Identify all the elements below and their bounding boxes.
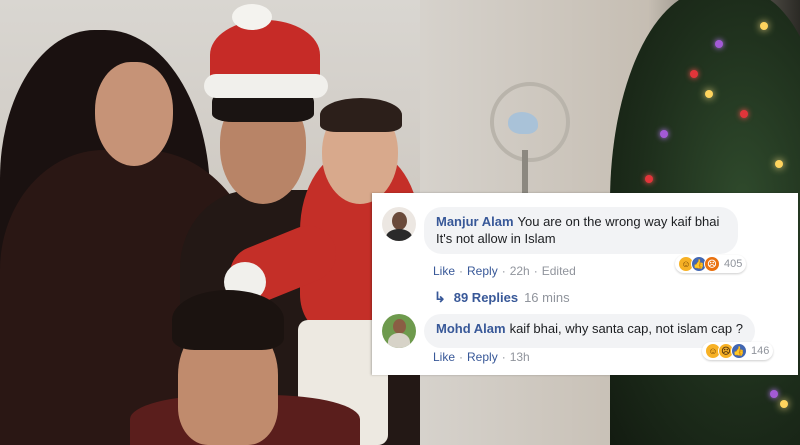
avatar-body: [386, 229, 412, 241]
edited-label[interactable]: Edited: [542, 264, 576, 278]
comment: Mohd Alam kaif bhai, why santa cap, not i…: [382, 314, 755, 348]
like-link[interactable]: Like: [433, 350, 455, 364]
tree-light: [645, 175, 653, 183]
avatar-head: [393, 319, 406, 334]
replies-count[interactable]: 89 Replies: [454, 290, 518, 305]
reply-link[interactable]: Reply: [467, 350, 498, 364]
tree-light: [660, 130, 668, 138]
boy-hair: [172, 290, 284, 350]
replies-time: 16 mins: [524, 290, 570, 305]
santa-hat-pom: [232, 4, 272, 30]
like-link[interactable]: Like: [433, 264, 455, 278]
view-replies-link[interactable]: ↳ 89 Replies 16 mins: [434, 289, 570, 306]
tree-light: [715, 40, 723, 48]
comments-panel: Manjur Alam You are on the wrong way kaif…: [372, 193, 798, 375]
tree-light: [705, 90, 713, 98]
comment-bubble: Manjur Alam You are on the wrong way kaif…: [424, 207, 738, 254]
comment-actions: Like · Reply · 13h: [433, 350, 530, 364]
tree-light: [780, 400, 788, 408]
comment-actions: Like · Reply · 22h · Edited: [433, 264, 576, 278]
bird-ornament: [508, 112, 538, 134]
comment-time[interactable]: 22h: [510, 264, 530, 278]
reaction-count: 405: [724, 258, 743, 270]
comment: Manjur Alam You are on the wrong way kaif…: [382, 207, 738, 254]
reactions-summary[interactable]: ☺ ☹ 👍 146: [702, 342, 774, 360]
tree-light: [760, 22, 768, 30]
tree-light: [690, 70, 698, 78]
reaction-count: 146: [751, 345, 770, 357]
tree-light: [775, 160, 783, 168]
comment-time[interactable]: 13h: [510, 350, 530, 364]
tree-light: [770, 390, 778, 398]
baby-hair: [320, 98, 402, 132]
avatar-body: [388, 333, 410, 348]
avatar[interactable]: [382, 314, 416, 348]
reply-link[interactable]: Reply: [467, 264, 498, 278]
avatar[interactable]: [382, 207, 416, 241]
angry-icon: ☹: [704, 256, 720, 272]
reactions-summary[interactable]: ☺ 👍 ☹ 405: [675, 255, 747, 273]
reply-arrow-icon: ↳: [434, 289, 446, 305]
comment-author[interactable]: Manjur Alam: [436, 214, 514, 229]
comment-author[interactable]: Mohd Alam: [436, 321, 506, 336]
woman-face: [95, 62, 173, 166]
avatar-head: [392, 212, 407, 230]
comment-text: kaif bhai, why santa cap, not islam cap …: [509, 321, 743, 336]
tree-light: [740, 110, 748, 118]
like-icon: 👍: [731, 343, 747, 359]
santa-hat-band: [204, 74, 328, 98]
